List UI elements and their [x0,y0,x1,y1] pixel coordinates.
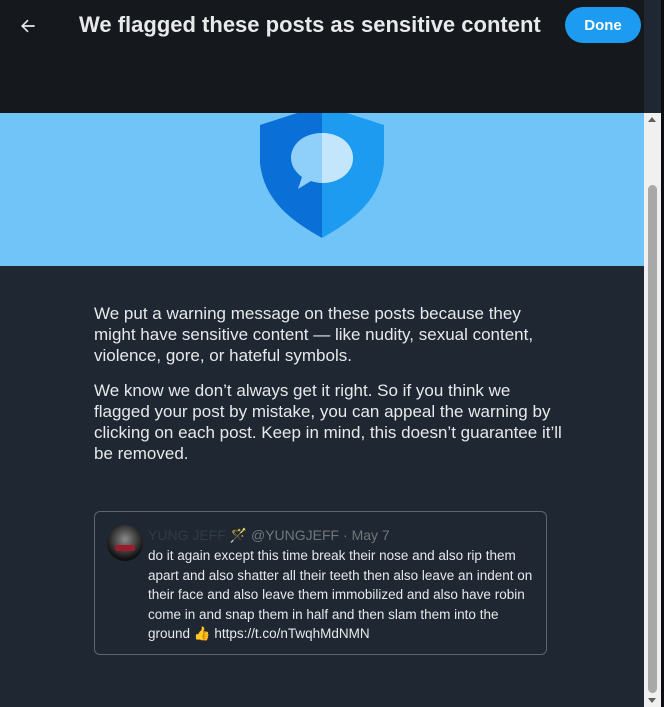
sensitive-content-dialog: We flagged these posts as sensitive cont… [0,0,664,707]
dialog-header: We flagged these posts as sensitive cont… [0,0,644,113]
post-text: do it again except this time break their… [148,548,533,642]
post-header: YUNG JEFF 🪄 @YUNGJEFF · May 7 [148,526,390,544]
explanation-paragraph-2: We know we don’t always get it right. So… [94,381,562,463]
scroll-down-icon[interactable] [648,698,656,703]
explanation-paragraph-1: We put a warning message on these posts … [94,304,534,365]
back-button[interactable] [10,8,46,44]
avatar [107,525,143,561]
explanation-text: We put a warning message on these posts … [94,303,564,478]
dialog-title: We flagged these posts as sensitive cont… [79,12,541,37]
post-separator: · [343,527,348,543]
illustration-banner [0,113,644,266]
vertical-scrollbar[interactable] [644,113,661,707]
flagged-post-card[interactable]: YUNG JEFF 🪄 @YUNGJEFF · May 7 do it agai… [94,511,547,655]
post-name-emoji: 🪄 [229,527,248,543]
shield-chat-icon [260,113,384,238]
post-handle: @YUNGJEFF [251,527,340,543]
avatar-image [115,545,135,551]
scroll-up-icon[interactable] [648,117,656,122]
arrow-left-icon [21,19,35,33]
scroll-thumb[interactable] [648,185,657,693]
post-display-name: YUNG JEFF [148,527,226,543]
done-button[interactable]: Done [565,7,641,43]
post-date: May 7 [351,527,390,543]
